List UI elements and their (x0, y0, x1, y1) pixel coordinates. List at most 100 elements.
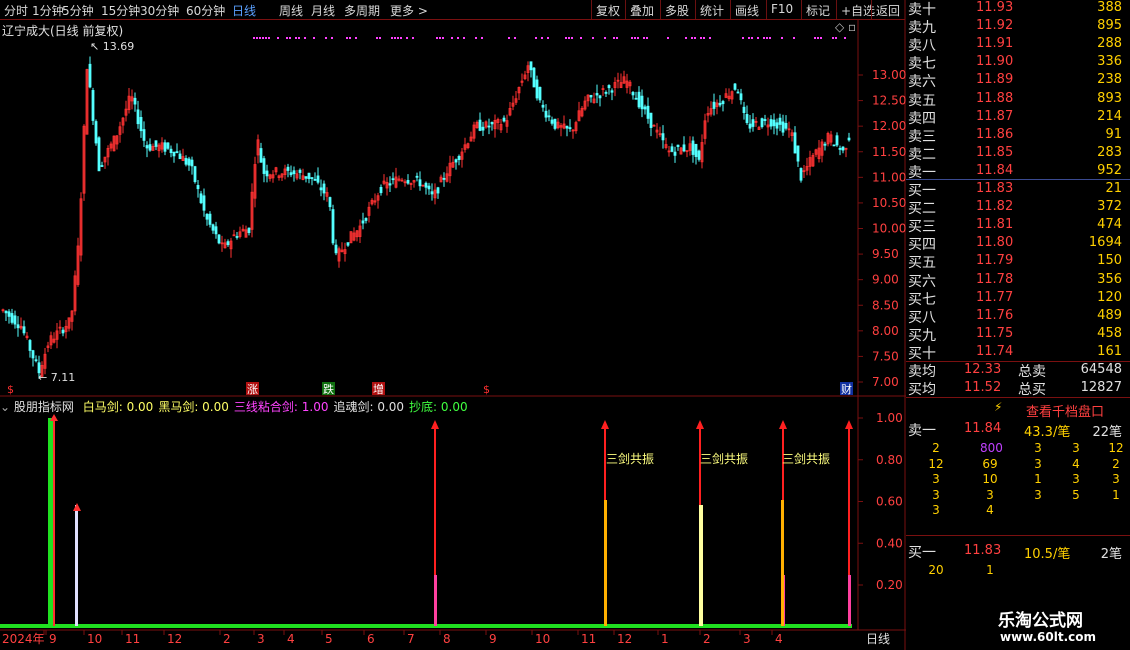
candle-body (415, 175, 419, 178)
candle-body (568, 127, 572, 130)
order-queue-cell: 800 (980, 441, 1003, 455)
order-queue-cell: 3 (1034, 456, 1042, 471)
signal-dot (313, 37, 315, 39)
bid-price: 11.80 (976, 235, 1014, 251)
candle-body (334, 244, 338, 254)
candle-body (190, 159, 194, 167)
candle-body (316, 175, 320, 183)
candle-body (607, 85, 611, 89)
candle-body (346, 242, 350, 246)
date-label: 4 (287, 632, 295, 646)
signal-dot (463, 37, 465, 39)
order-queue-cell: 69 (982, 456, 998, 471)
candle-body (163, 142, 167, 152)
ask-price: 11.92 (976, 18, 1014, 34)
candle-body (265, 170, 269, 177)
diamond-icon[interactable]: ◇ ▫ (835, 20, 856, 34)
indicator-value: 追魂剑: 0.00 (333, 400, 405, 414)
order-queue-cell: 2 (932, 441, 940, 455)
bid-price: 11.81 (976, 217, 1014, 233)
candle-body (541, 104, 545, 108)
candle-body (847, 137, 851, 141)
candle-body (835, 135, 839, 146)
summary-price: 12.33 (964, 362, 1002, 377)
date-label: 4 (775, 632, 783, 646)
candle-body (781, 121, 785, 133)
candle-body (379, 186, 383, 194)
indicator-dropdown-icon[interactable]: ⌄ (0, 400, 10, 414)
candle-body (298, 169, 302, 173)
chart-area: 13.0012.5012.0011.5011.0010.5010.009.509… (0, 0, 906, 650)
ask-volume: 336 (1097, 54, 1122, 70)
candle-body (184, 158, 188, 165)
price-tick-label: 12.50 (872, 94, 906, 108)
signal-bar-overlay (781, 500, 784, 626)
signal-dot (637, 37, 639, 39)
ind-tick-label: 0.20 (876, 578, 903, 592)
bid-volume: 1694 (1088, 235, 1122, 251)
signal-dot (667, 37, 669, 39)
buy1-label: 买一 (908, 545, 936, 561)
signal-dot (814, 37, 816, 39)
candle-body (598, 95, 602, 99)
candle-body (478, 119, 482, 131)
date-label: 5 (325, 632, 333, 646)
date-label: 10 (87, 632, 102, 646)
summary-volume: 64548 (1080, 362, 1122, 377)
depth-button[interactable]: 查看千档盘口 (1026, 401, 1104, 420)
signal-dot (481, 37, 483, 39)
candle-body (202, 195, 206, 211)
candle-body (94, 121, 98, 144)
bid-price: 11.78 (976, 271, 1014, 287)
indicator-name[interactable]: 股朋指标网 (14, 400, 74, 414)
bid-volume: 21 (1105, 181, 1122, 196)
event-marker: 增 (373, 382, 384, 396)
signal-bar-overlay (699, 505, 703, 626)
date-label: 2 (223, 632, 231, 646)
signal-dot (592, 37, 594, 39)
ind-tick-label: 1.00 (876, 411, 903, 425)
signal-dot (256, 37, 258, 39)
bid-price: 11.76 (976, 307, 1014, 323)
order-queue-cell: 3 (932, 472, 940, 486)
bid-label: 买十 (908, 345, 936, 362)
signal-dot (346, 37, 348, 39)
signal-dot (406, 37, 408, 39)
candle-body (823, 143, 827, 146)
candle-body (721, 101, 725, 105)
date-label: 10 (535, 632, 550, 646)
signal-dot (286, 37, 288, 39)
signal-dot (442, 37, 444, 39)
candle-body (427, 185, 431, 190)
candle-body (208, 213, 212, 225)
signal-dot (844, 37, 846, 39)
buy1-per: 10.5/笔 (1024, 547, 1071, 562)
signal-dot (691, 37, 693, 39)
candle-body (148, 144, 152, 151)
bid-price: 11.77 (976, 289, 1014, 305)
signal-arrow (779, 420, 787, 429)
candle-body (646, 105, 650, 119)
ask-volume: 238 (1097, 72, 1122, 88)
ask-label: 卖七 (908, 56, 936, 73)
candle-body (796, 145, 800, 162)
candle-body (649, 112, 653, 128)
indicator-value: 黑马剑: 0.00 (158, 400, 229, 414)
price-tick-label: 7.50 (872, 349, 899, 363)
candle-body (139, 116, 143, 132)
ask-price: 11.90 (976, 54, 1014, 70)
candle-body (418, 179, 422, 187)
signal-dot (508, 37, 510, 39)
date-label: 1 (661, 632, 669, 646)
candle-body (217, 234, 221, 244)
candle-body (235, 236, 239, 238)
candle-body (169, 148, 173, 153)
date-label: 12 (617, 632, 632, 646)
ask-volume: 283 (1097, 144, 1122, 160)
signal-arrow (696, 420, 704, 429)
summary-price: 11.52 (964, 380, 1002, 395)
indicator-legend: ⌄ 股朋指标网 白马剑: 0.00 黑马剑: 0.00 三线粘合剑: 1.00 追魂剑… (0, 398, 468, 415)
candle-body (643, 106, 647, 110)
ind-tick-label: 0.40 (876, 536, 903, 550)
candle-body (436, 187, 440, 194)
